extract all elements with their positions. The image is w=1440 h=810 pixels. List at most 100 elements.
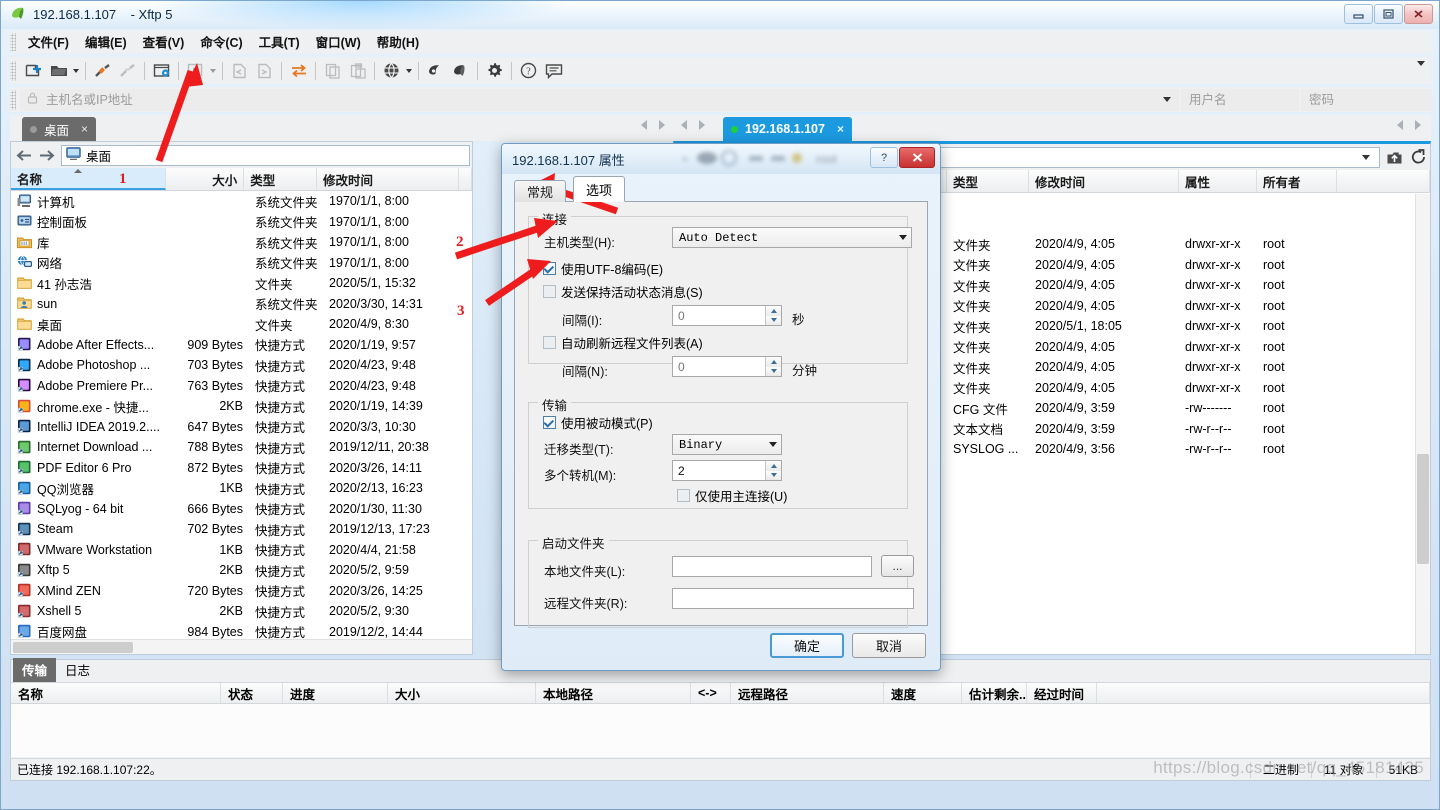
menu-help[interactable]: 帮助(H) (369, 30, 427, 54)
remote-vscrollbar[interactable] (1415, 194, 1430, 654)
spinner-down-icon[interactable] (766, 315, 781, 325)
password-input[interactable] (1307, 89, 1425, 110)
xftp-icon[interactable] (449, 60, 472, 82)
ok-button[interactable]: 确定 (770, 633, 844, 658)
toolbar-grip[interactable] (10, 60, 16, 81)
table-row[interactable]: Adobe Premiere Pr... 763 Bytes 快捷方式 2020/4/… (11, 376, 472, 397)
autorefresh-interval-spinner[interactable]: 0 (672, 356, 782, 377)
menu-command[interactable]: 命令(C) (192, 30, 250, 54)
tab-log[interactable]: 日志 (56, 658, 99, 682)
passive-mode-checkbox-row[interactable]: 使用被动模式(P) (543, 413, 653, 432)
host-type-combobox[interactable]: Auto Detect (672, 227, 912, 248)
keepalive-interval-spinner[interactable]: 0 (672, 305, 782, 326)
transfer-type-combobox[interactable]: Binary (672, 434, 782, 455)
autorefresh-interval-value[interactable]: 0 (673, 360, 765, 374)
chevron-left-icon[interactable] (1397, 120, 1403, 130)
table-row[interactable]: Xshell 5 2KB 快捷方式 2020/5/2, 9:30 (11, 601, 472, 622)
dialog-close-button[interactable] (899, 147, 935, 168)
chevron-down-icon[interactable] (895, 228, 911, 247)
menu-window[interactable]: 窗口(W) (308, 30, 369, 54)
close-icon[interactable]: × (837, 122, 844, 136)
spinner-up-icon[interactable] (766, 306, 781, 316)
local-folder-input[interactable] (672, 556, 872, 577)
globe-icon[interactable] (380, 60, 403, 82)
table-row[interactable]: 库 系统文件夹 1970/1/1, 8:00 (11, 232, 472, 253)
xshell-icon[interactable] (424, 60, 447, 82)
table-row[interactable]: VMware Workstation 1KB 快捷方式 2020/4/4, 21:58 (11, 540, 472, 561)
remote-path-dropdown[interactable] (1357, 148, 1375, 167)
spinner-buttons[interactable] (765, 357, 781, 376)
table-row[interactable]: SQLyog - 64 bit 666 Bytes 快捷方式 2020/1/30, 1… (11, 499, 472, 520)
quick-host-container[interactable] (20, 88, 1179, 111)
queue-col-size[interactable]: 大小 (388, 683, 536, 703)
spinner-down-icon[interactable] (766, 470, 781, 480)
table-row[interactable]: 41 孙志浩 文件夹 2020/5/1, 15:32 (11, 273, 472, 294)
remote-vscroll-thumb[interactable] (1417, 454, 1429, 564)
feedback-icon[interactable] (542, 60, 565, 82)
queue-col-remote-path[interactable]: 远程路径 (731, 683, 884, 703)
help-button[interactable]: ? (870, 147, 898, 168)
sync-browsing-icon[interactable] (287, 60, 310, 82)
queue-col-direction[interactable]: <-> (691, 683, 731, 703)
autorefresh-checkbox-row[interactable]: 自动刷新远程文件列表(A) (543, 333, 703, 352)
table-row[interactable]: Adobe Photoshop ... 703 Bytes 快捷方式 2020/4/2… (11, 355, 472, 376)
chevron-right-icon[interactable] (659, 120, 665, 130)
table-row[interactable]: 桌面 文件夹 2020/4/9, 8:30 (11, 314, 472, 335)
spinner-buttons[interactable] (765, 306, 781, 325)
host-input[interactable] (44, 89, 1157, 110)
passive-mode-checkbox[interactable] (543, 416, 556, 429)
menu-file[interactable]: 文件(F) (20, 30, 77, 54)
username-field[interactable] (1181, 88, 1299, 111)
remote-folder-input[interactable] (672, 588, 914, 609)
remote-col-attrs[interactable]: 属性 (1179, 170, 1257, 192)
local-col-size[interactable]: 大小 (166, 168, 245, 190)
menu-tools[interactable]: 工具(T) (251, 30, 308, 54)
dialog-tab-options[interactable]: 选项 (573, 176, 626, 202)
back-button[interactable] (11, 143, 35, 167)
autorefresh-checkbox[interactable] (543, 336, 556, 349)
globe-dropdown[interactable] (404, 60, 414, 82)
refresh-icon[interactable] (1406, 145, 1430, 169)
remote-col-modified[interactable]: 修改时间 (1029, 170, 1179, 192)
help-icon[interactable]: ? (517, 60, 540, 82)
chevron-down-icon[interactable] (765, 435, 781, 454)
toolbar-overflow-icon[interactable] (1417, 61, 1425, 66)
multi-connections-value[interactable]: 2 (673, 464, 765, 478)
close-icon[interactable]: × (81, 122, 88, 136)
table-row[interactable]: sun 系统文件夹 2020/3/30, 14:31 (11, 294, 472, 315)
cancel-button[interactable]: 取消 (852, 633, 926, 658)
table-row[interactable]: IntelliJ IDEA 2019.2.... 647 Bytes 快捷方式 202… (11, 417, 472, 438)
open-folder-icon[interactable] (47, 60, 70, 82)
tab-local-desktop[interactable]: 桌面 × (22, 117, 97, 141)
table-row[interactable]: 控制面板 系统文件夹 1970/1/1, 8:00 (11, 212, 472, 233)
queue-col-eta[interactable]: 估计剩余... (962, 683, 1027, 703)
queue-col-progress[interactable]: 进度 (283, 683, 388, 703)
queue-body[interactable] (11, 704, 1430, 757)
local-folder-browse-button[interactable]: ... (881, 555, 914, 577)
menu-view[interactable]: 查看(V) (135, 30, 193, 54)
forward-button[interactable] (35, 143, 59, 167)
local-col-name[interactable]: 名称 (11, 168, 166, 190)
remote-col-type[interactable]: 类型 (947, 170, 1029, 192)
tab-transfer[interactable]: 传输 (13, 658, 57, 682)
table-row[interactable]: 网络 系统文件夹 1970/1/1, 8:00 (11, 253, 472, 274)
local-col-modified[interactable]: 修改时间 (317, 168, 459, 190)
settings-gear-icon[interactable] (483, 60, 506, 82)
primary-only-checkbox[interactable] (677, 489, 690, 502)
local-file-list[interactable]: 计算机 系统文件夹 1970/1/1, 8:00 控制面板 系统文件夹 1970/1/1,… (11, 191, 472, 646)
open-folder-dropdown[interactable] (71, 60, 81, 82)
table-row[interactable]: Steam 702 Bytes 快捷方式 2019/12/13, 17:23 (11, 519, 472, 540)
chevron-right-icon[interactable] (699, 120, 705, 130)
host-history-dropdown[interactable] (1157, 89, 1178, 111)
table-row[interactable]: XMind ZEN 720 Bytes 快捷方式 2020/3/26, 14:25 (11, 581, 472, 602)
username-input[interactable] (1187, 89, 1293, 110)
spinner-up-icon[interactable] (766, 461, 781, 471)
utf8-checkbox-row[interactable]: 使用UTF-8编码(E) (543, 259, 663, 278)
new-session-icon[interactable] (22, 60, 45, 82)
quickbar-grip[interactable] (10, 89, 16, 110)
password-field[interactable] (1301, 88, 1431, 111)
keepalive-checkbox[interactable] (543, 285, 556, 298)
queue-col-status[interactable]: 状态 (221, 683, 283, 703)
upload-to-folder-icon[interactable] (1382, 145, 1406, 169)
menubar-grip[interactable] (10, 33, 16, 51)
